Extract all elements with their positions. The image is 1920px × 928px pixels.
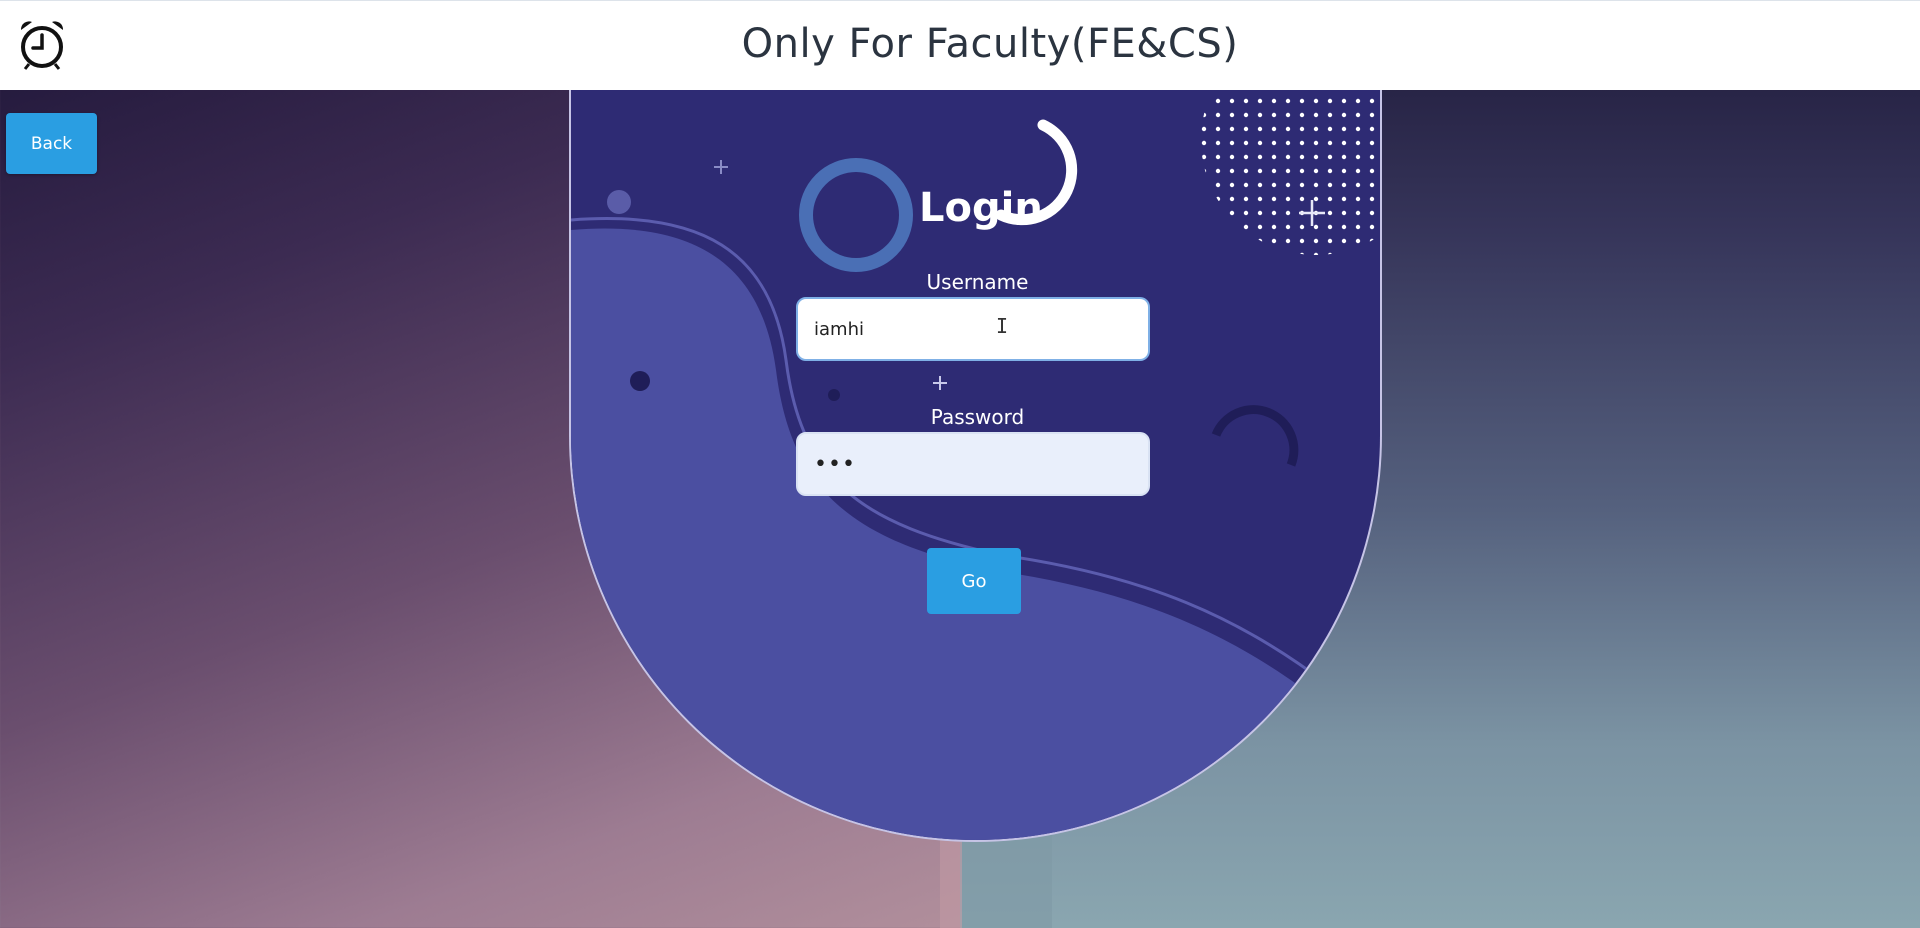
username-input[interactable] [796,297,1150,361]
text-cursor-icon: I [996,314,1009,338]
password-input[interactable] [796,432,1150,496]
go-button[interactable]: Go [927,548,1021,614]
page-title: Only For Faculty(FE&CS) [741,21,1239,67]
header-bar: Only For Faculty(FE&CS) [0,0,1920,90]
login-card: Login Username I Password Go [569,70,1382,842]
background-strip [962,830,1052,928]
background-strip [940,830,962,928]
password-label: Password [930,405,1025,429]
username-label: Username [926,270,1029,294]
login-title: Login [919,185,1043,231]
back-button[interactable]: Back [6,113,97,174]
